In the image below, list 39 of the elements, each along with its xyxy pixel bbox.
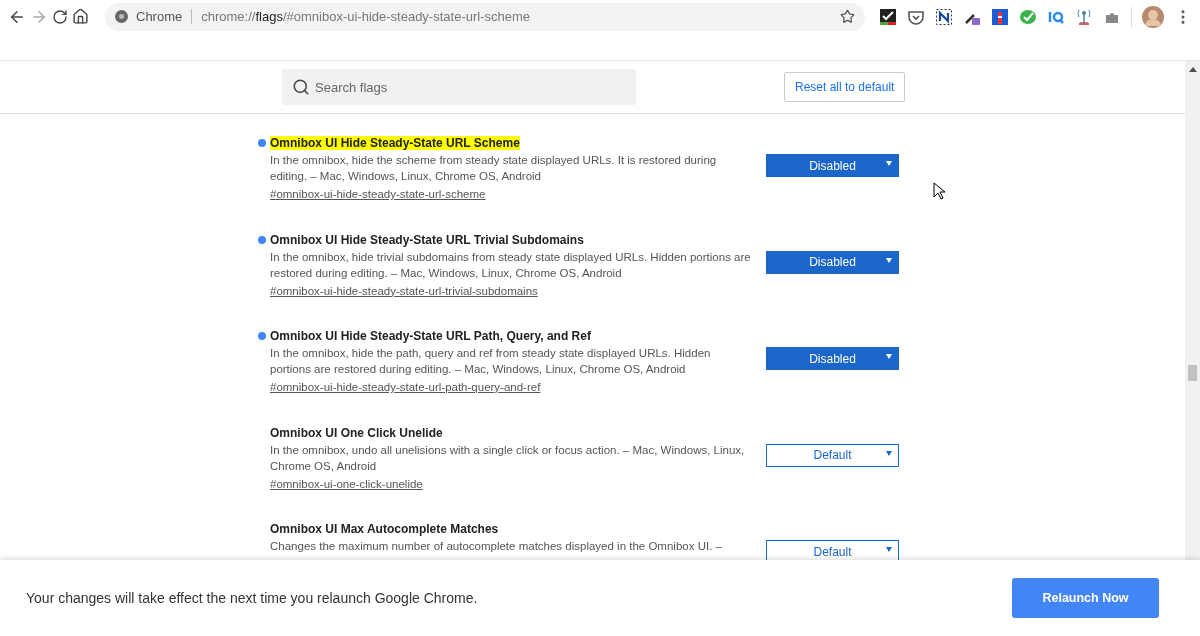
bookmark-star-icon[interactable] (840, 9, 855, 24)
home-icon[interactable] (72, 8, 89, 25)
address-bar[interactable]: Chrome chrome://flags/#omnibox-ui-hide-steady-state-url-scheme (105, 2, 865, 31)
flag-description: In the omnibox, undo all unelisions with a single click or focus action. – Mac, Windows, Linux, Chrome OS, Android (270, 442, 746, 474)
search-icon (292, 78, 310, 96)
flag-state-dropdown[interactable]: Default (766, 540, 899, 560)
flag-title: Omnibox UI Hide Steady-State URL Trivial Subdomains (270, 232, 584, 247)
flag-state-dropdown[interactable]: Disabled (766, 347, 899, 370)
flag-link[interactable]: #omnibox-ui-one-click-unelide (270, 477, 423, 490)
reset-all-button[interactable]: Reset all to default (784, 72, 906, 102)
mouse-cursor-icon (933, 182, 945, 200)
checkmark-extension-icon[interactable] (879, 7, 897, 26)
n-letter-extension-icon[interactable] (935, 7, 953, 26)
avatar-icon[interactable] (1142, 5, 1164, 28)
flag-description: In the omnibox, hide the path, query and ref from steady state displayed URLs. Hidden portions are restored during editing. – Mac, Windows, Linux, Chrome OS, Android (270, 346, 712, 377)
flag-title: Omnibox UI One Click Unelide (270, 425, 443, 440)
flag-description: Changes the maximum number of autocomplete matches displayed in the Omnibox UI. – (270, 539, 723, 554)
search-field[interactable]: Search flags (282, 69, 636, 105)
relaunch-button[interactable]: Relaunch Now (1012, 578, 1159, 618)
site-info-icon (115, 10, 128, 23)
flag-link[interactable]: #omnibox-ui-hide-steady-state-url-trivial-subdomains (270, 284, 538, 297)
url-text: chrome://flags/#omnibox-ui-hide-steady-state-url-scheme (201, 9, 531, 24)
flag-state-dropdown[interactable]: Disabled (766, 250, 899, 274)
flag-link[interactable]: #omnibox-ui-hide-steady-state-url-scheme (270, 188, 486, 200)
flag-title: Omnibox UI Hide Steady-State URL Path, Query, and Ref (270, 329, 591, 343)
flag-title: Omnibox UI Max Autocomplete Matches (270, 522, 499, 536)
flag-state-dropdown[interactable]: Default (766, 443, 899, 467)
site-label: Chrome (136, 9, 193, 24)
reload-icon[interactable] (52, 8, 68, 25)
scrollbar[interactable] (1185, 61, 1200, 560)
flag-state-dropdown[interactable]: Disabled (766, 154, 899, 177)
flag-link[interactable]: #omnibox-ui-hide-steady-state-url-path-query-and-ref (270, 381, 541, 393)
lighthouse-icon[interactable] (991, 7, 1009, 26)
relaunch-message: Your changes will take effect the next time you relaunch Google Chrome. (26, 590, 478, 606)
flag-description: In the omnibox, hide the scheme from steady state displayed URLs. It is restored during editing. – Mac, Windows, Linux, Chrome OS, Android (270, 153, 718, 184)
flag-title: Omnibox UI Hide Steady-State URL Scheme (270, 136, 520, 150)
antenna-icon[interactable] (1075, 7, 1093, 26)
check-badge-icon[interactable] (1019, 7, 1037, 26)
flag-description: In the omnibox, hide trivial subdomains from steady state displayed URLs. Hidden portions are restored during editing. – Mac, Windows, Linux, Chrome OS, Android (270, 249, 752, 281)
